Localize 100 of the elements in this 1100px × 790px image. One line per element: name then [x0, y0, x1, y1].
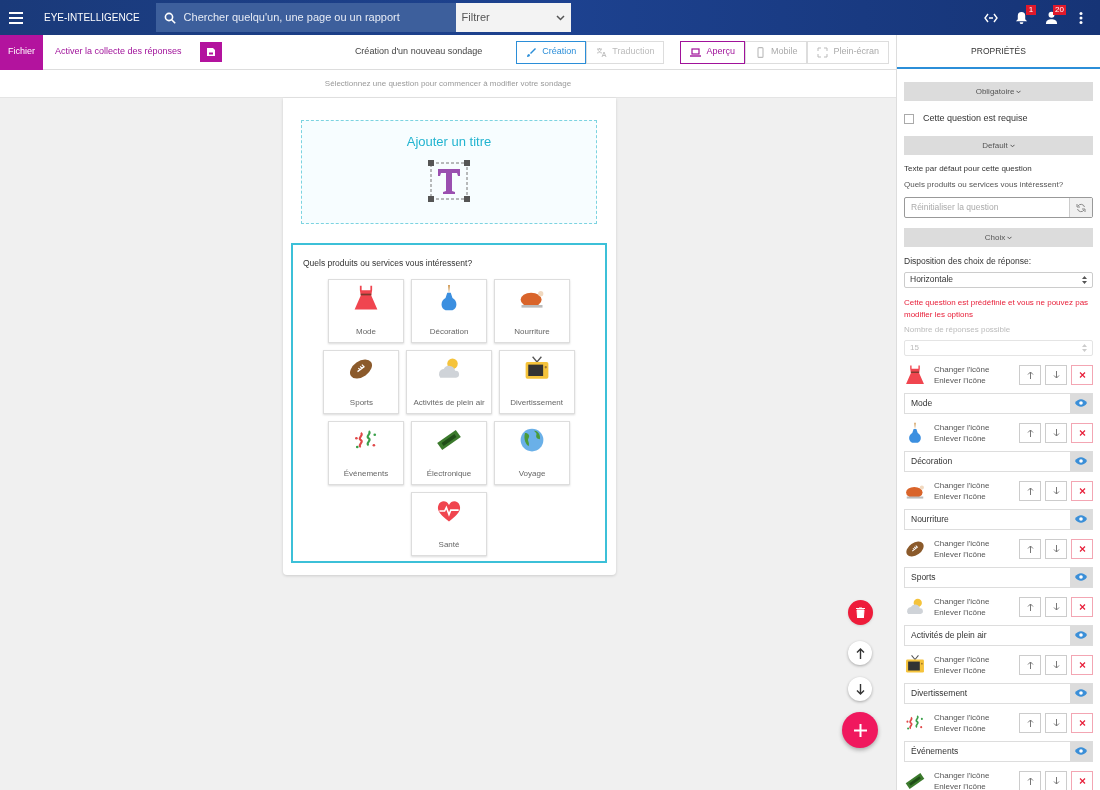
reset-question-field[interactable]: Réinitialiser la question — [905, 198, 1069, 217]
remove-icon-link[interactable]: Enlever l'icône — [934, 665, 990, 677]
question-text: Quels produits ou services vous intéressent? — [303, 257, 474, 270]
choice-label-box[interactable]: Sports — [904, 566, 1093, 588]
brand-name: EYE-INTELLIGENCE — [44, 11, 140, 25]
sort-arrows-icon — [1082, 275, 1087, 284]
change-icon-link[interactable]: Changer l'icône — [934, 712, 990, 724]
move-down-button[interactable] — [848, 677, 872, 701]
arrow-down-icon — [1052, 719, 1060, 728]
eye-icon — [1075, 573, 1087, 582]
phone-icon — [754, 46, 766, 58]
visibility-button[interactable] — [1070, 393, 1092, 413]
remove-icon-link[interactable]: Enlever l'icône — [934, 781, 990, 790]
choice-label-box[interactable]: Mode — [904, 392, 1093, 414]
choice-tile[interactable]: Santé — [411, 491, 487, 556]
notifications-button[interactable]: 1 — [1006, 0, 1036, 35]
visibility-button[interactable] — [1070, 451, 1092, 471]
choice-tile[interactable]: Voyage — [494, 420, 570, 485]
change-icon-link[interactable]: Changer l'icône — [934, 538, 990, 550]
choice-tile[interactable]: Activités de plein air — [406, 349, 492, 414]
remove-icon-link[interactable]: Enlever l'icône — [934, 375, 990, 387]
choice-label-field[interactable]: Divertissement — [905, 683, 1070, 703]
person-icon — [1044, 11, 1058, 24]
warning-text: Cette question est prédéfinie et vous ne pouvez pas modifier les options — [904, 296, 1090, 321]
remove-icon-link[interactable]: Enlever l'icône — [934, 433, 990, 445]
change-icon-link[interactable]: Changer l'icône — [934, 480, 990, 492]
view-tab[interactable]: Aperçu — [680, 40, 745, 64]
choice-tile[interactable]: Mode — [328, 278, 404, 343]
delete-choice-button[interactable] — [1071, 365, 1093, 386]
collect-responses-link[interactable]: Activer la collecte des réponses — [55, 45, 182, 59]
section-toggle[interactable]: Choix — [904, 228, 1093, 247]
choice-label-field[interactable]: Événements — [905, 741, 1070, 761]
save-button[interactable] — [199, 42, 222, 62]
properties-tab[interactable]: PROPRIÉTÉS — [897, 35, 1100, 69]
choice-label-field[interactable]: Décoration — [905, 451, 1070, 471]
choice-tile[interactable]: Divertissement — [498, 349, 575, 414]
filter-dropdown[interactable]: Filtrer — [455, 3, 571, 32]
laptop-icon — [690, 46, 702, 58]
visibility-button[interactable] — [1070, 683, 1092, 703]
count-badge: 20 — [1053, 5, 1066, 15]
choice-tile[interactable]: Sports — [323, 349, 400, 414]
section-toggle[interactable]: Default — [904, 136, 1093, 155]
move-up-button[interactable] — [848, 641, 872, 665]
delete-choice-button[interactable] — [1071, 713, 1093, 734]
choice-label-field[interactable]: Nourriture — [905, 509, 1070, 529]
choice-tile[interactable]: Électronique — [411, 420, 487, 485]
layout-select[interactable]: Horizontale — [904, 271, 1093, 288]
close-icon — [1078, 603, 1086, 612]
view-tab[interactable]: Création — [516, 40, 587, 64]
code-arrows-icon — [984, 12, 998, 23]
choice-label-field[interactable]: Activités de plein air — [905, 625, 1070, 645]
required-checkbox[interactable] — [904, 113, 914, 124]
remove-icon-link[interactable]: Enlever l'icône — [934, 549, 990, 561]
delete-choice-button[interactable] — [1071, 655, 1093, 676]
add-button[interactable] — [842, 712, 878, 748]
delete-choice-button[interactable] — [1071, 771, 1093, 790]
change-icon-link[interactable]: Changer l'icône — [934, 422, 990, 434]
delete-choice-button[interactable] — [1071, 597, 1093, 618]
choice-label-field[interactable]: Sports — [905, 567, 1070, 587]
delete-choice-button[interactable] — [1071, 423, 1093, 444]
eye-icon — [1075, 457, 1087, 466]
remove-icon-link[interactable]: Enlever l'icône — [934, 607, 990, 619]
menu-icon — [9, 11, 23, 24]
choice-label-field[interactable]: Mode — [905, 393, 1070, 413]
change-icon-link[interactable]: Changer l'icône — [934, 770, 990, 782]
choice-label-box[interactable]: Nourriture — [904, 508, 1093, 530]
delete-choice-button[interactable] — [1071, 481, 1093, 502]
account-button[interactable]: 20 — [1036, 0, 1066, 35]
visibility-button[interactable] — [1070, 509, 1092, 529]
choice-label-box[interactable]: Activités de plein air — [904, 624, 1093, 646]
arrow-down-icon — [1052, 777, 1060, 786]
chevron-down-icon — [555, 14, 565, 21]
reset-question-box[interactable]: Réinitialiser la question — [904, 197, 1093, 218]
remove-icon-link[interactable]: Enlever l'icône — [934, 491, 990, 503]
reset-button[interactable] — [1069, 198, 1092, 217]
change-icon-link[interactable]: Changer l'icône — [934, 654, 990, 666]
dress-icon — [352, 283, 380, 312]
change-icon-link[interactable]: Changer l'icône — [934, 364, 990, 376]
visibility-button[interactable] — [1070, 741, 1092, 761]
search-box[interactable]: Chercher quelqu'un, une page ou un rapport — [155, 3, 456, 32]
section-toggle[interactable]: Obligatoire — [904, 82, 1093, 101]
delete-choice-button[interactable] — [1071, 539, 1093, 560]
arrow-down-icon — [855, 683, 865, 695]
title-placeholder: Ajouter un titre — [406, 133, 492, 151]
choice-tile[interactable]: Nourriture — [494, 278, 570, 343]
file-button[interactable]: Fichier — [0, 34, 43, 70]
choice-label-box[interactable]: Événements — [904, 740, 1093, 762]
change-icon-link[interactable]: Changer l'icône — [934, 596, 990, 608]
choice-label-box[interactable]: Décoration — [904, 450, 1093, 472]
choice-label-box[interactable]: Divertissement — [904, 682, 1093, 704]
eye-icon — [1075, 689, 1087, 698]
close-icon — [1078, 487, 1086, 496]
visibility-button[interactable] — [1070, 567, 1092, 587]
question-block[interactable]: Quels produits ou services vous intéressent? Mode Décoration Nourriture Sports Activités de plein air Divertissement Événements Électronique Voyage Santé — [291, 243, 607, 563]
choice-tile[interactable]: Événements — [328, 420, 404, 485]
delete-button[interactable] — [847, 600, 873, 625]
remove-icon-link[interactable]: Enlever l'icône — [934, 723, 990, 735]
visibility-button[interactable] — [1070, 625, 1092, 645]
search-field[interactable]: Chercher quelqu'un, une page ou un rapport — [183, 9, 448, 26]
choice-tile[interactable]: Décoration — [411, 278, 487, 343]
